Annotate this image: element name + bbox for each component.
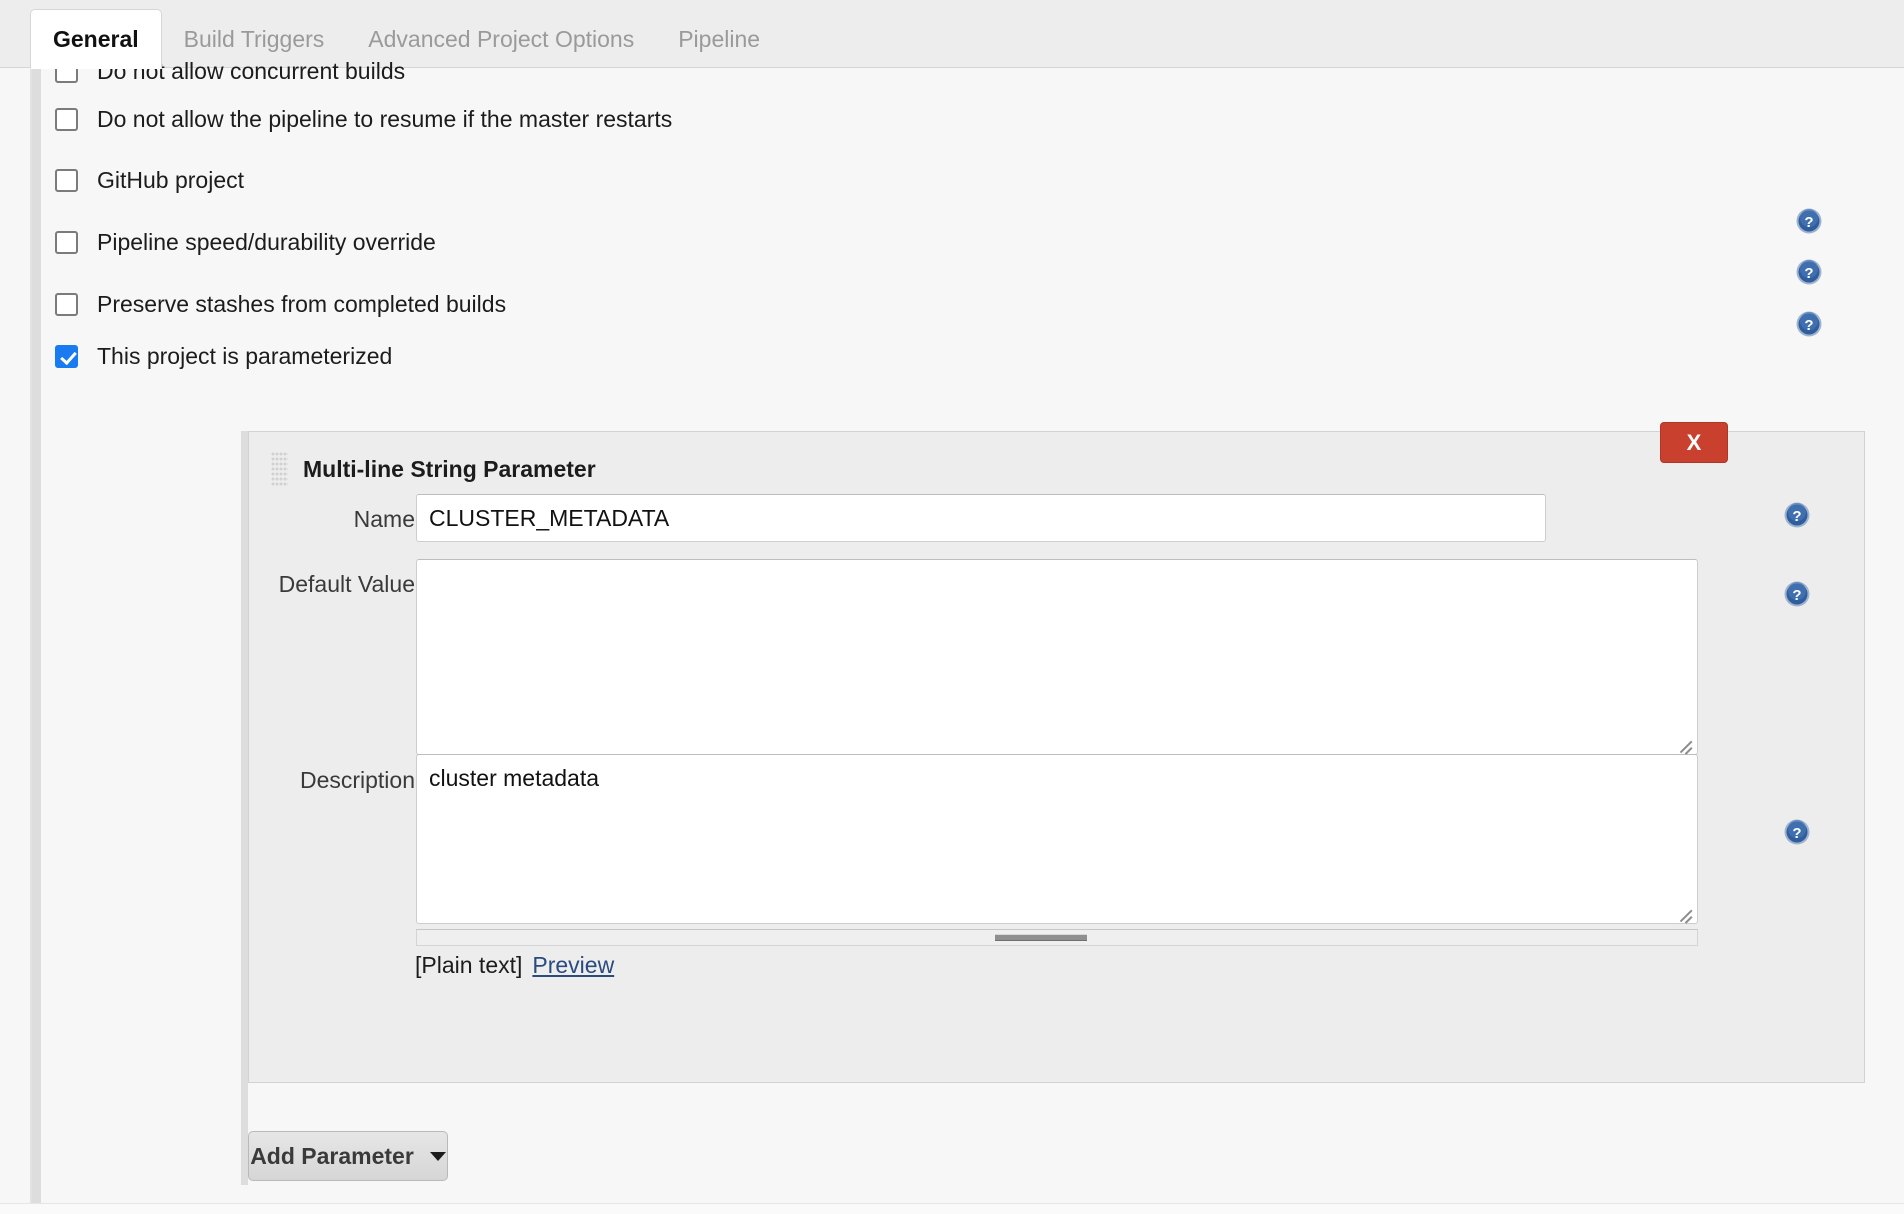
remove-parameter-label: X <box>1687 430 1702 456</box>
parameter-panel-title: Multi-line String Parameter <box>303 456 596 483</box>
checkbox-github-project[interactable] <box>55 169 78 192</box>
help-icon-parameter-name[interactable]: ? <box>1784 502 1810 528</box>
parameter-drag-rail <box>241 431 248 1185</box>
svg-text:?: ? <box>1804 214 1813 231</box>
tab-pipeline[interactable]: Pipeline <box>656 10 782 68</box>
checkbox-project-is-parameterized[interactable] <box>55 345 78 368</box>
checkbox-row-pipeline-speed-durability[interactable]: Pipeline speed/durability override <box>55 225 436 259</box>
chevron-down-icon <box>430 1152 446 1161</box>
checkbox-pipeline-speed-durability[interactable] <box>55 231 78 254</box>
parameter-panel-multiline-string: Multi-line String Parameter X Name Defau… <box>248 431 1865 1083</box>
tab-list: General Build Triggers Advanced Project … <box>30 0 782 68</box>
config-body: Do not allow concurrent builds Do not al… <box>0 68 1904 1214</box>
checkbox-no-resume-on-master-restart[interactable] <box>55 108 78 131</box>
description-preview-link[interactable]: Preview <box>532 952 614 979</box>
help-icon-parameter-default-value[interactable]: ? <box>1784 581 1810 607</box>
checkbox-row-no-resume-on-master-restart[interactable]: Do not allow the pipeline to resume if t… <box>55 102 672 136</box>
help-icon-preserve-stashes[interactable]: ? <box>1796 259 1822 285</box>
jenkins-job-config-page: General Build Triggers Advanced Project … <box>0 0 1904 1214</box>
add-parameter-label: Add Parameter <box>250 1143 414 1170</box>
description-horizontal-scrollbar[interactable] <box>416 929 1698 946</box>
checkbox-label-project-is-parameterized: This project is parameterized <box>97 343 392 370</box>
help-icon-project-is-parameterized[interactable]: ? <box>1796 311 1822 337</box>
drag-handle-icon[interactable] <box>271 452 288 486</box>
help-icon-parameter-description[interactable]: ? <box>1784 819 1810 845</box>
add-parameter-button[interactable]: Add Parameter <box>248 1131 448 1181</box>
help-icon-pipeline-speed-durability[interactable]: ? <box>1796 208 1822 234</box>
checkbox-row-github-project[interactable]: GitHub project <box>55 163 244 197</box>
parameter-name-input[interactable] <box>416 494 1546 542</box>
svg-text:?: ? <box>1804 265 1813 282</box>
field-label-name: Name <box>249 506 415 533</box>
svg-text:?: ? <box>1792 587 1801 604</box>
field-label-default-value: Default Value <box>249 571 415 598</box>
svg-text:?: ? <box>1792 508 1801 525</box>
checkbox-row-preserve-stashes[interactable]: Preserve stashes from completed builds <box>55 287 506 321</box>
description-scroll-thumb[interactable] <box>995 934 1087 941</box>
page-bottom-strip <box>0 1203 1904 1214</box>
remove-parameter-button[interactable]: X <box>1660 422 1728 463</box>
left-rail-inner <box>32 68 41 1214</box>
checkbox-row-project-is-parameterized[interactable]: This project is parameterized <box>55 339 392 373</box>
markup-formatter-row: [Plain text] Preview <box>415 952 614 979</box>
field-label-description: Description <box>249 767 415 794</box>
checkbox-preserve-stashes[interactable] <box>55 293 78 316</box>
parameter-default-value-textarea[interactable] <box>416 559 1698 755</box>
markup-formatter-label: [Plain text] <box>415 952 522 979</box>
parameter-description-textarea[interactable] <box>416 754 1698 924</box>
checkbox-label-preserve-stashes: Preserve stashes from completed builds <box>97 291 506 318</box>
svg-text:?: ? <box>1804 317 1813 334</box>
parameter-panel-header: Multi-line String Parameter <box>271 452 596 486</box>
tab-general[interactable]: General <box>30 9 162 69</box>
checkbox-label-github-project: GitHub project <box>97 167 244 194</box>
checkbox-label-pipeline-speed-durability: Pipeline speed/durability override <box>97 229 436 256</box>
svg-text:?: ? <box>1792 825 1801 842</box>
checkbox-label-no-resume-on-master-restart: Do not allow the pipeline to resume if t… <box>97 106 672 133</box>
